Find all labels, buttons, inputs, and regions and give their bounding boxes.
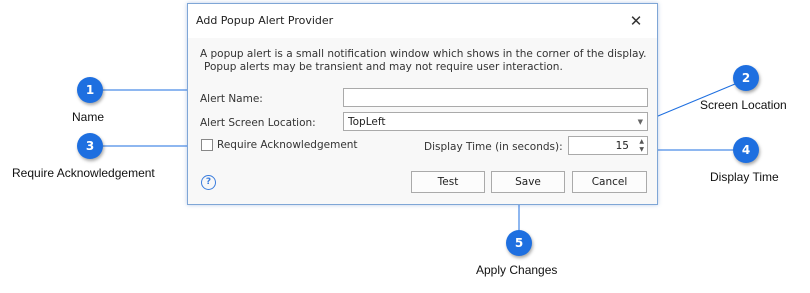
screen-location-value: TopLeft xyxy=(348,116,386,128)
spin-up-icon[interactable]: ▲ xyxy=(639,138,644,145)
alert-name-input[interactable] xyxy=(343,88,648,107)
close-icon[interactable]: ✕ xyxy=(628,13,644,29)
description-line-2: Popup alerts may be transient and may no… xyxy=(204,61,563,73)
description-line-1: A popup alert is a small notification wi… xyxy=(200,48,647,60)
display-time-value: 15 xyxy=(615,140,629,152)
callout-caption-3: Require Acknowledgement xyxy=(12,166,155,180)
spin-down-icon[interactable]: ▼ xyxy=(639,146,644,153)
callout-caption-1: Name xyxy=(72,110,105,124)
callout-badge-1: 1 xyxy=(77,77,103,103)
chevron-down-icon: ▼ xyxy=(637,118,643,126)
callout-caption-2: Screen Location xyxy=(700,98,787,112)
display-time-stepper[interactable]: 15 ▲ ▼ xyxy=(568,136,648,155)
callout-caption-4: Display Time xyxy=(710,170,779,184)
callout-badge-4: 4 xyxy=(733,137,759,163)
screen-location-label: Alert Screen Location: xyxy=(200,117,316,129)
description: A popup alert is a small notification wi… xyxy=(200,48,650,74)
callout-badge-3: 3 xyxy=(77,133,103,159)
display-time-label: Display Time (in seconds): xyxy=(424,141,563,153)
help-icon[interactable]: ? xyxy=(201,175,216,190)
screen-location-select[interactable]: TopLeft ▼ xyxy=(343,112,648,131)
callout-caption-5: Apply Changes xyxy=(476,263,558,277)
require-ack-checkbox[interactable] xyxy=(201,139,213,151)
alert-name-label: Alert Name: xyxy=(200,93,263,105)
test-button[interactable]: Test xyxy=(411,171,485,193)
title-bar: Add Popup Alert Provider ✕ xyxy=(188,4,657,38)
save-button[interactable]: Save xyxy=(491,171,565,193)
cancel-button[interactable]: Cancel xyxy=(572,171,647,193)
callout-badge-2: 2 xyxy=(733,65,759,91)
callout-badge-5: 5 xyxy=(506,230,532,256)
dialog-title: Add Popup Alert Provider xyxy=(196,14,334,27)
add-popup-alert-dialog: Add Popup Alert Provider ✕ A popup alert… xyxy=(187,3,658,205)
require-ack-label: Require Acknowledgement xyxy=(217,139,358,151)
